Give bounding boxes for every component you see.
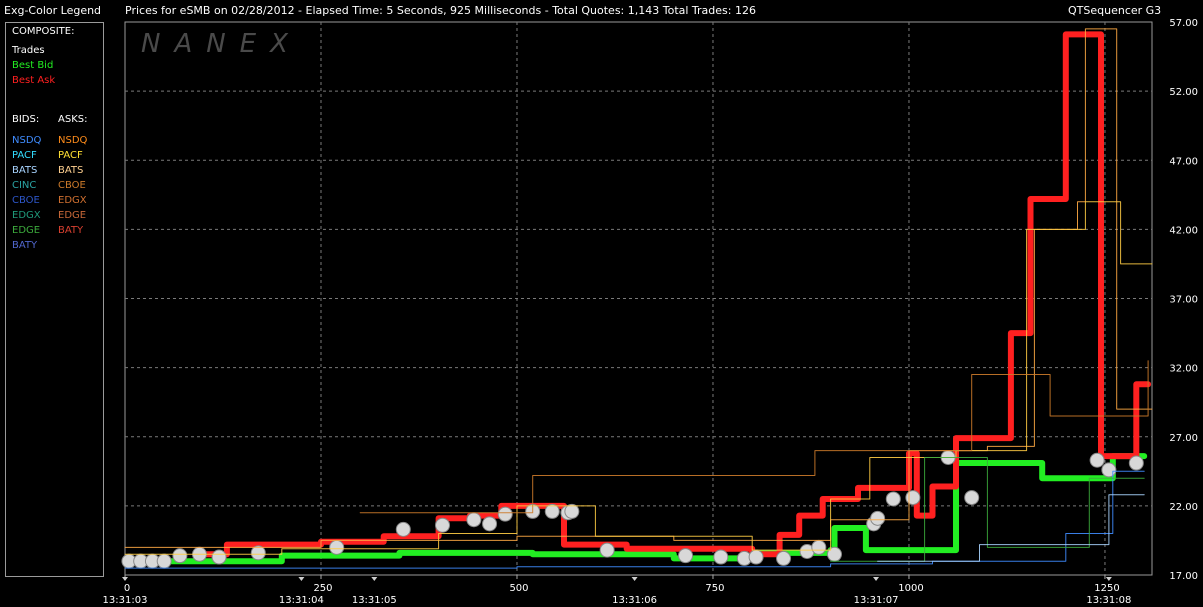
trade-point xyxy=(599,542,615,558)
trade-point xyxy=(156,553,172,569)
y-tick-label: 17.00 xyxy=(1169,571,1198,582)
y-tick-label: 27.00 xyxy=(1169,433,1198,444)
time-marker xyxy=(873,577,880,581)
x-time-label: 13:31:04 xyxy=(279,595,324,606)
trade-point xyxy=(482,516,498,532)
watermark-text: NANEX xyxy=(141,29,302,59)
x-time-label: 13:31:03 xyxy=(103,595,148,606)
y-tick-label: 42.00 xyxy=(1169,225,1198,236)
trade-point xyxy=(435,517,451,533)
y-tick-label: 37.00 xyxy=(1169,295,1198,306)
y-tick-label: 52.00 xyxy=(1169,87,1198,98)
trade-point xyxy=(811,539,827,555)
x-tick-label: 750 xyxy=(705,583,724,594)
x-tick-label: 1000 xyxy=(898,583,923,594)
price-chart: NANEX 17.00 22.00 27.00 32.00 37.00 42.00 47.00… xyxy=(103,18,1198,606)
trade-point xyxy=(776,550,792,566)
x-tick-label: 0 xyxy=(124,583,130,594)
y-tick-label: 32.00 xyxy=(1169,364,1198,375)
trade-point xyxy=(250,545,266,561)
x-time-label: 13:31:05 xyxy=(352,595,397,606)
time-marker xyxy=(122,577,128,581)
trade-point xyxy=(211,549,227,565)
time-marker xyxy=(631,577,638,581)
trade-point xyxy=(395,521,411,537)
trade-point xyxy=(1101,462,1117,478)
x-time-label: 13:31:06 xyxy=(612,595,657,606)
trade-point xyxy=(713,549,729,565)
trade-point xyxy=(748,549,764,565)
y-tick-label: 22.00 xyxy=(1169,502,1198,513)
trade-point xyxy=(1089,452,1105,468)
trade-point xyxy=(564,503,580,519)
x-time-label: 13:31:07 xyxy=(854,595,899,606)
time-marker xyxy=(298,577,305,581)
trade-point xyxy=(466,512,482,528)
trade-point xyxy=(905,490,921,506)
trade-point xyxy=(329,539,345,555)
trade-point xyxy=(497,506,513,522)
trade-point xyxy=(544,503,560,519)
y-tick-label: 47.00 xyxy=(1169,156,1198,167)
x-tick-label: 500 xyxy=(509,583,528,594)
trade-point xyxy=(870,510,886,526)
time-marker xyxy=(371,577,378,581)
x-tick-label: 1250 xyxy=(1094,583,1119,594)
trade-point xyxy=(172,548,188,564)
trade-point xyxy=(1128,455,1144,471)
x-time-label: 13:31:08 xyxy=(1086,595,1131,606)
trade-point xyxy=(678,548,694,564)
time-marker xyxy=(1105,577,1112,581)
trade-point xyxy=(826,546,842,562)
trade-point xyxy=(885,491,901,507)
y-tick-label: 57.00 xyxy=(1169,18,1198,29)
trade-point xyxy=(964,490,980,506)
x-tick-label: 250 xyxy=(313,583,332,594)
